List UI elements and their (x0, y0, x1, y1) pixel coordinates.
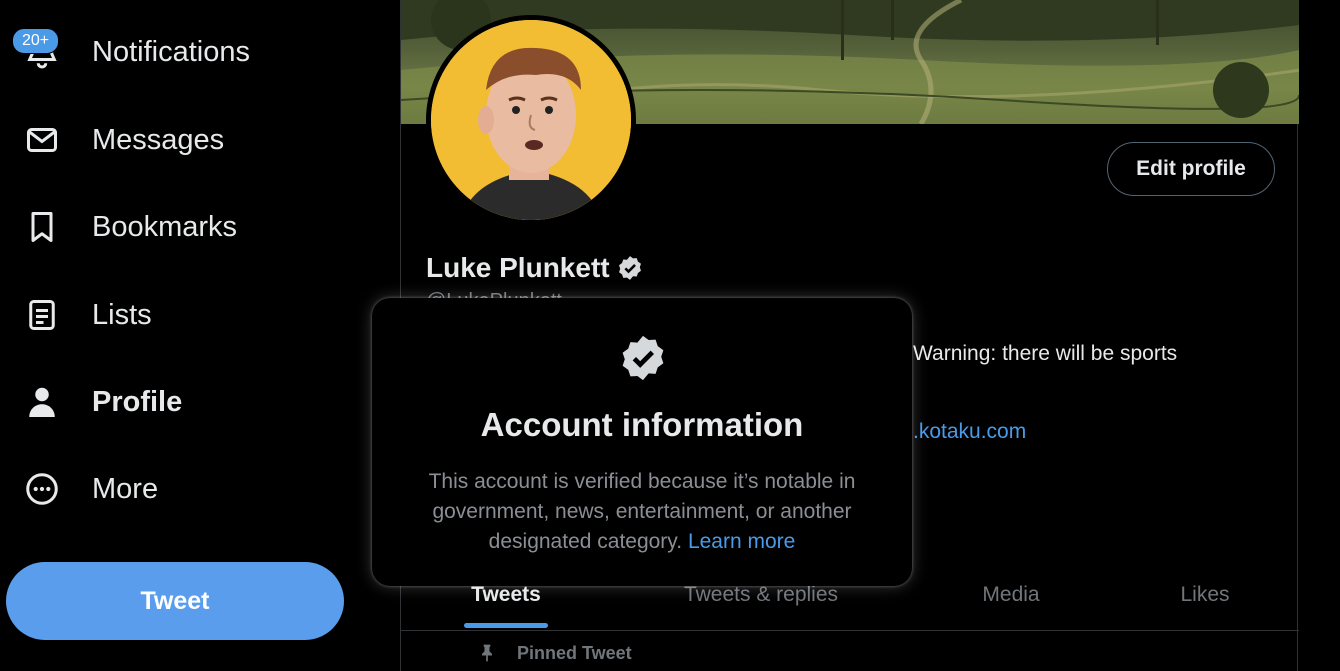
nav-label-profile: Profile (92, 385, 183, 418)
pin-icon (477, 642, 497, 664)
sidebar: 20+ Notifications Messages Bookmarks Lis… (0, 0, 400, 671)
person-icon (22, 382, 62, 422)
pinned-tweet-label: Pinned Tweet (517, 642, 632, 663)
display-name: Luke Plunkett (426, 252, 610, 283)
avatar[interactable] (426, 15, 636, 225)
nav-lists[interactable]: Lists (22, 290, 152, 340)
active-tab-indicator (464, 623, 548, 628)
profile-bio: Warning: there will be sports (913, 342, 1178, 365)
nav-label-more: More (92, 472, 159, 505)
nav-label-bookmarks: Bookmarks (92, 210, 238, 243)
list-icon (22, 295, 62, 335)
tweet-button[interactable]: Tweet (6, 562, 344, 640)
nav-profile[interactable]: Profile (22, 377, 182, 427)
tab-media[interactable]: Media (911, 560, 1111, 630)
bookmark-icon (22, 207, 62, 247)
nav-label-messages: Messages (92, 123, 225, 156)
edit-profile-button[interactable]: Edit profile (1107, 142, 1275, 196)
nav-label-notifications: Notifications (92, 35, 250, 68)
nav-notifications[interactable]: 20+ Notifications (12, 27, 250, 77)
popover-body: This account is verified because it’s no… (402, 467, 882, 557)
verified-badge-icon[interactable] (616, 254, 644, 282)
tab-likes[interactable]: Likes (1111, 560, 1299, 630)
more-circle-icon (22, 469, 62, 509)
display-name-row: Luke Plunkett (426, 252, 644, 284)
nav-label-lists: Lists (92, 298, 152, 331)
bell-icon: 20+ (12, 28, 62, 72)
envelope-icon (22, 120, 62, 160)
learn-more-link[interactable]: Learn more (688, 530, 795, 553)
pinned-tweet-header: Pinned Tweet (477, 642, 632, 664)
popover-title: Account information (480, 406, 804, 443)
nav-messages[interactable]: Messages (22, 115, 224, 165)
profile-website-link[interactable]: .kotaku.com (913, 420, 1026, 444)
notifications-badge: 20+ (12, 28, 60, 54)
nav-bookmarks[interactable]: Bookmarks (22, 202, 237, 252)
nav-more[interactable]: More (22, 464, 158, 514)
verified-badge-icon (617, 332, 669, 384)
account-information-popover: Account information This account is veri… (372, 298, 912, 586)
